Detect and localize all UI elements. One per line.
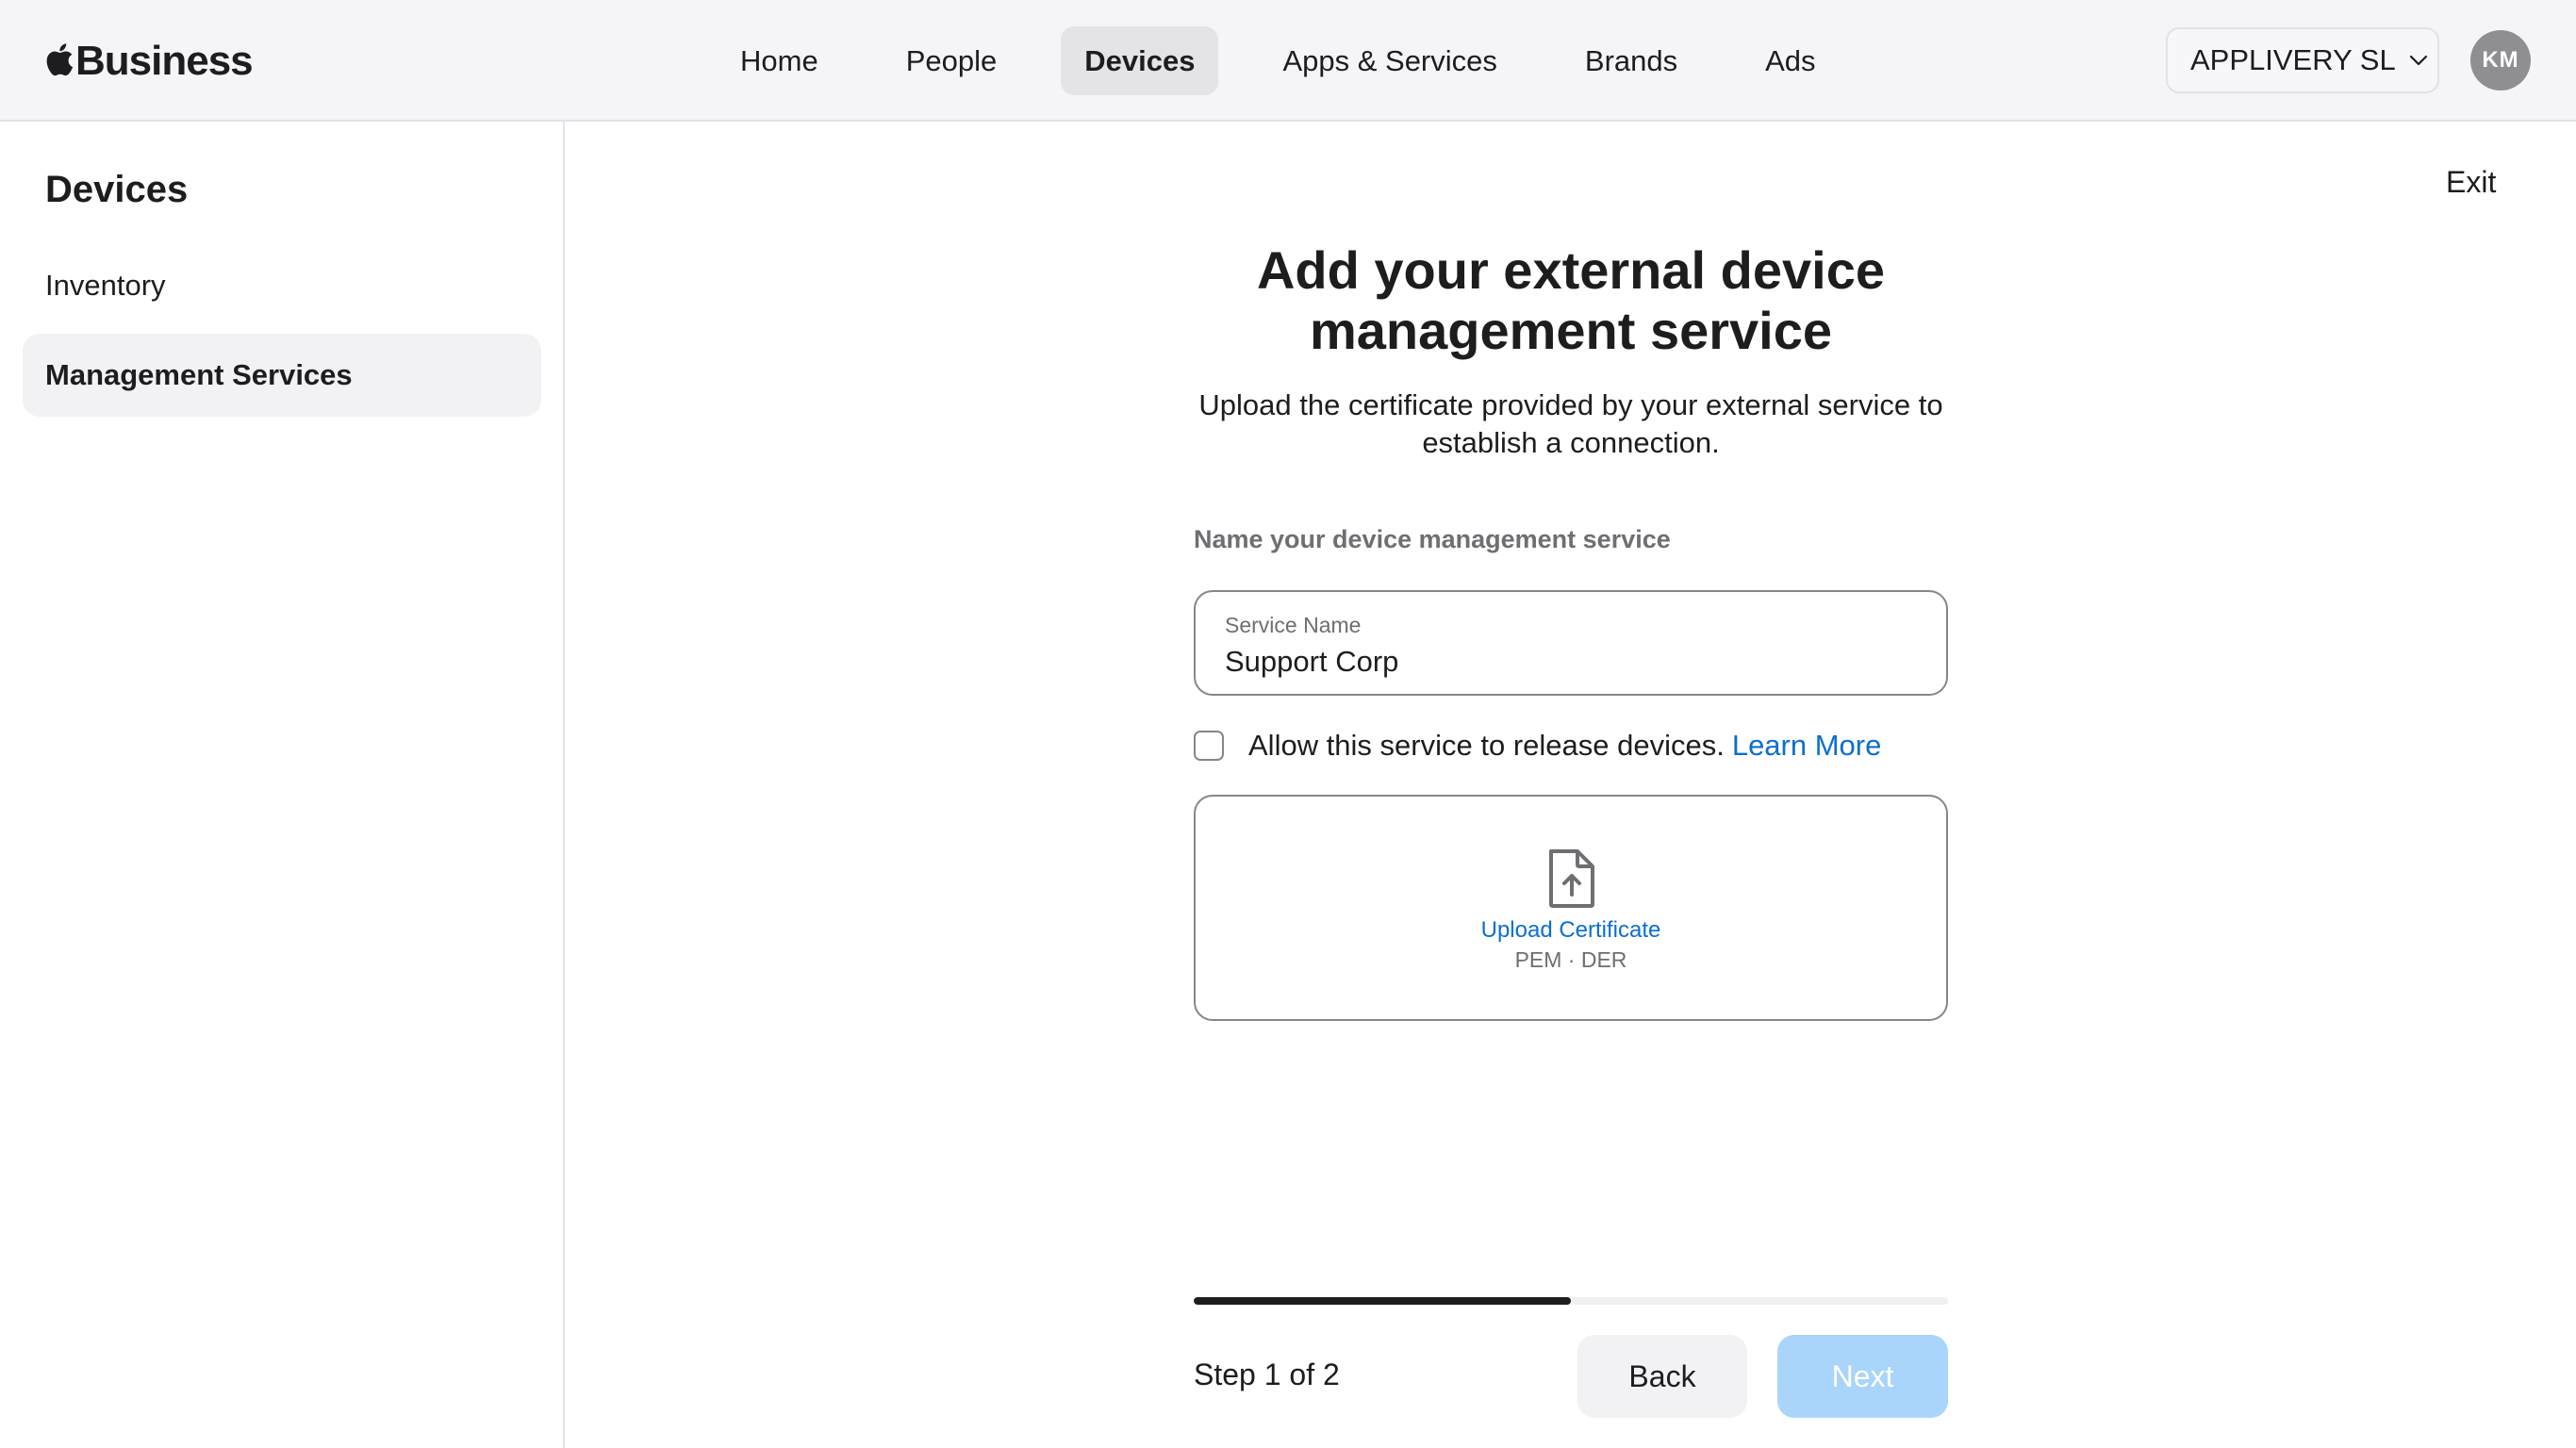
service-name-label: Service Name bbox=[1225, 613, 1362, 637]
step-progress-bar bbox=[1194, 1297, 1948, 1305]
next-button[interactable]: Next bbox=[1777, 1335, 1948, 1418]
step-indicator: Step 1 of 2 bbox=[1194, 1358, 1340, 1391]
nav-devices[interactable]: Devices bbox=[1061, 26, 1219, 95]
chevron-down-icon bbox=[2409, 55, 2427, 66]
main-nav: Home People Devices Apps & Services Bran… bbox=[717, 26, 1880, 95]
user-avatar[interactable]: KM bbox=[2470, 30, 2531, 90]
upload-formats: PEM · DER bbox=[1514, 947, 1627, 972]
brand-logo[interactable]: Business bbox=[43, 36, 254, 87]
release-devices-checkbox[interactable] bbox=[1194, 731, 1224, 761]
page-subtitle: Upload the certificate provided by your … bbox=[1198, 388, 1943, 459]
service-name-field[interactable]: Service Name Support Corp bbox=[1194, 590, 1948, 696]
learn-more-link[interactable]: Learn More bbox=[1732, 729, 1882, 763]
brand-name: Business bbox=[75, 38, 254, 84]
step-progress-fill bbox=[1194, 1297, 1571, 1305]
document-upload-icon bbox=[1549, 849, 1594, 908]
release-devices-text: Allow this service to release devices. bbox=[1248, 729, 1725, 762]
service-name-value[interactable]: Support Corp bbox=[1225, 645, 1398, 679]
nav-home[interactable]: Home bbox=[717, 26, 842, 95]
organization-switcher[interactable]: APPLIVERY SL bbox=[2166, 27, 2439, 93]
exit-link[interactable]: Exit bbox=[2446, 165, 2496, 200]
nav-ads[interactable]: Ads bbox=[1742, 26, 1839, 95]
name-section-label: Name your device management service bbox=[1194, 525, 1671, 553]
sidebar-title: Devices bbox=[45, 169, 189, 210]
release-devices-row: Allow this service to release devices. L… bbox=[1194, 725, 1881, 766]
nav-apps-services[interactable]: Apps & Services bbox=[1259, 26, 1520, 95]
sidebar-item-management-services[interactable]: Management Services bbox=[23, 334, 541, 417]
certificate-upload-dropzone[interactable]: Upload Certificate PEM · DER bbox=[1194, 795, 1948, 1021]
organization-name: APPLIVERY SL bbox=[2190, 43, 2396, 76]
nav-people[interactable]: People bbox=[883, 26, 1021, 95]
sidebar: Devices Inventory Management Services bbox=[0, 122, 565, 1448]
top-bar: Business Home People Devices Apps & Serv… bbox=[0, 0, 2576, 122]
apple-logo-icon bbox=[46, 43, 74, 76]
upload-certificate-link[interactable]: Upload Certificate bbox=[1196, 917, 1946, 944]
sidebar-item-inventory[interactable]: Inventory bbox=[23, 244, 541, 327]
nav-brands[interactable]: Brands bbox=[1561, 26, 1701, 95]
page-title: Add your external device management serv… bbox=[1256, 240, 1885, 360]
back-button[interactable]: Back bbox=[1577, 1335, 1747, 1418]
